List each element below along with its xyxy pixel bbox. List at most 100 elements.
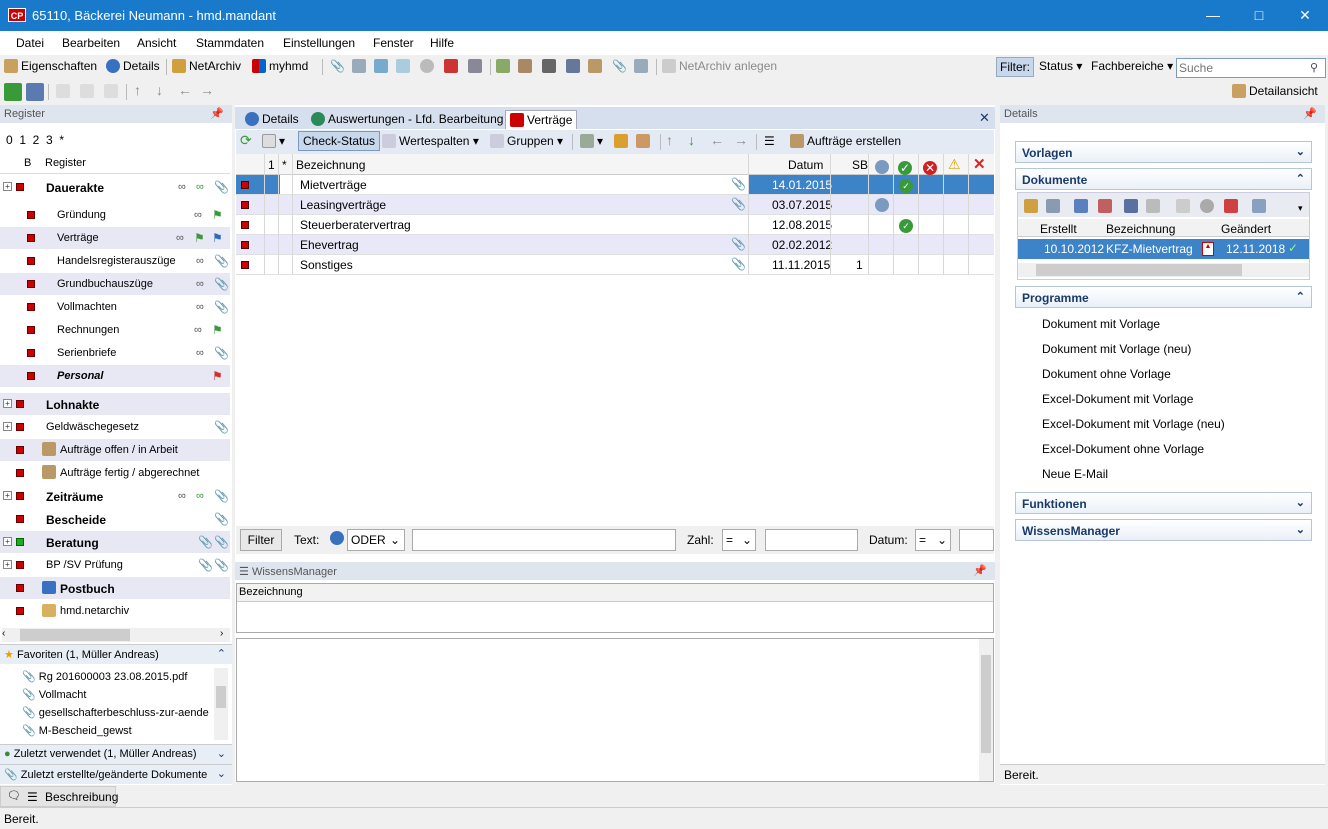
col-created[interactable]: Erstellt [1040, 222, 1077, 236]
arrow-up-icon[interactable]: ↑ [666, 132, 673, 148]
tool-button[interactable] [566, 59, 583, 73]
filter-button[interactable]: Filter [240, 529, 282, 551]
scroll-thumb[interactable] [216, 686, 226, 708]
document-row[interactable]: 10.10.2012 KFZ-Mietvertrag ▲ 12.11.2018 … [1018, 239, 1309, 259]
datum-filter-input[interactable] [959, 529, 994, 551]
tool-button[interactable] [518, 59, 535, 73]
expand-icon[interactable]: + [3, 422, 12, 431]
scroll-right-icon[interactable]: › [220, 628, 223, 639]
minimize-button[interactable]: — [1190, 0, 1236, 31]
menu-datei[interactable]: Datei [16, 36, 44, 50]
arrow-right-icon[interactable]: → [200, 82, 214, 98]
details-button[interactable]: Details [106, 59, 160, 73]
paperclip-icon[interactable]: 📎 [731, 257, 746, 271]
register-item[interactable]: Gründung ∞ ⚑ [0, 204, 230, 226]
warning-icon[interactable]: ⚠ [948, 156, 961, 173]
delete-status-icon[interactable]: ✕ [973, 155, 986, 173]
recent-docs-header[interactable]: 📎 Zuletzt erstellte/geänderte Dokumente … [0, 764, 232, 784]
checklist-icon[interactable] [1252, 199, 1266, 213]
description-scrollbar[interactable] [979, 639, 993, 781]
contract-row[interactable]: Mietverträge 📎 14.01.2015 ✓ [236, 175, 994, 195]
pdf-icon[interactable] [1224, 199, 1238, 213]
register-item[interactable]: + Zeiträume ∞ ∞ 📎 [0, 485, 230, 507]
favorite-item[interactable]: 📎 Rg 201600003 23.08.2015.pdf [22, 670, 187, 683]
documents-scrollbar[interactable] [1018, 263, 1309, 277]
register-item[interactable]: hmd.netarchiv [0, 600, 230, 622]
close-button[interactable]: ✕ [1282, 0, 1328, 31]
program-item[interactable]: Dokument mit Vorlage [1042, 317, 1160, 331]
screen-icon[interactable] [1074, 199, 1088, 213]
scroll-left-icon[interactable]: ‹ [2, 628, 5, 639]
wissensmanager-section[interactable]: WissensManager ⌄ [1015, 519, 1312, 541]
program-item[interactable]: Neue E-Mail [1042, 467, 1108, 481]
tool-button[interactable] [444, 59, 461, 73]
register-item[interactable]: Handelsregisterauszüge ∞ 📎 [0, 250, 230, 272]
register-item[interactable]: Grundbuchauszüge ∞ 📎 [0, 273, 230, 295]
menu-bearbeiten[interactable]: Bearbeiten [62, 36, 120, 50]
expand-icon[interactable]: ⌄ [217, 767, 226, 780]
tool-button[interactable] [496, 59, 513, 73]
edit-button[interactable] [614, 134, 631, 148]
contract-row[interactable]: Steuerberatervertrag 12.08.2015 ✓ [236, 215, 994, 235]
search-icon[interactable]: ⚲ [1310, 61, 1318, 74]
remove-icon[interactable] [1098, 199, 1112, 213]
col-num[interactable]: 1 [268, 158, 275, 172]
export-icon[interactable] [1176, 199, 1190, 213]
add-doc-icon[interactable] [1024, 199, 1038, 213]
col-star[interactable]: * [282, 158, 287, 172]
col-name[interactable]: Bezeichnung [1106, 222, 1175, 236]
register-item[interactable]: + Dauerakte ∞ ∞ 📎 [0, 176, 230, 198]
expand-icon[interactable]: + [3, 537, 12, 546]
add-button[interactable]: ▾ [580, 134, 603, 148]
col-sb[interactable]: SB [852, 158, 868, 172]
search-input[interactable] [1176, 58, 1326, 78]
favorite-item[interactable]: 📎 Vollmacht [22, 688, 86, 701]
register-item[interactable]: + BP /SV Prüfung 📎 📎 [0, 554, 230, 576]
favorite-item[interactable]: 📎 M-Bescheid_gewst [22, 724, 132, 737]
scroll-thumb[interactable] [20, 629, 130, 641]
maximize-button[interactable]: □ [1236, 0, 1282, 31]
new-doc-dropdown[interactable]: ▾ [262, 134, 285, 148]
pin-icon[interactable]: 📌 [973, 564, 987, 577]
netarchiv-create-button[interactable]: NetArchiv anlegen [662, 59, 777, 73]
zahl-operator-select[interactable]: = ⌄ [722, 529, 756, 551]
refresh-icon[interactable]: ⟳ [240, 132, 252, 149]
register-item[interactable]: Postbuch [0, 577, 230, 599]
arrow-right-icon[interactable]: → [734, 132, 748, 148]
register-scrollbar[interactable]: ‹ › [2, 628, 230, 642]
chevron-down-icon[interactable]: ▾ [1298, 203, 1303, 214]
expand-icon[interactable]: + [3, 182, 12, 191]
settings-icon[interactable] [1200, 199, 1214, 213]
expand-icon[interactable]: + [3, 399, 12, 408]
wertespalten-dropdown[interactable]: Wertespalten ▾ [382, 134, 479, 148]
col-name[interactable]: Bezeichnung [296, 158, 365, 172]
register-item[interactable]: + Lohnakte [0, 393, 230, 415]
register-item[interactable]: Aufträge fertig / abgerechnet [0, 462, 230, 484]
arrow-left-icon[interactable]: ← [178, 82, 192, 98]
check-status-button[interactable]: Check-Status [298, 131, 381, 151]
dokumente-section[interactable]: Dokumente ⌃ [1015, 168, 1312, 190]
pin-icon[interactable]: 📌 [1303, 107, 1317, 120]
gruppen-dropdown[interactable]: Gruppen ▾ [490, 134, 563, 148]
scan-icon[interactable] [1046, 199, 1060, 213]
program-item[interactable]: Dokument mit Vorlage (neu) [1042, 342, 1191, 356]
register-item[interactable]: Verträge ∞ ⚑ ⚑ [0, 227, 230, 249]
text-filter-input[interactable] [412, 529, 676, 551]
list-icon[interactable]: ☰ [764, 134, 775, 148]
search-doc-button[interactable] [468, 59, 485, 73]
tool-button[interactable] [588, 59, 605, 73]
detail-view-button[interactable]: Detailansicht [1232, 84, 1318, 98]
register-item[interactable]: Aufträge offen / in Arbeit [0, 439, 230, 461]
recent-used-header[interactable]: ● Zuletzt verwendet (1, Müller Andreas) … [0, 744, 232, 764]
col-changed[interactable]: Geändert [1221, 222, 1271, 236]
tool-button[interactable] [104, 84, 121, 98]
tool-button[interactable] [56, 84, 73, 98]
fachbereiche-dropdown[interactable]: Fachbereiche ▾ [1091, 59, 1173, 73]
menu-stammdaten[interactable]: Stammdaten [196, 36, 264, 50]
scroll-thumb[interactable] [981, 655, 991, 753]
create-orders-button[interactable]: Aufträge erstellen [790, 134, 901, 148]
paperclip-icon[interactable]: 📎 [731, 237, 746, 251]
register-item[interactable]: Personal ⚑ [0, 365, 230, 387]
vorlagen-section[interactable]: Vorlagen ⌄ [1015, 141, 1312, 163]
status-dropdown[interactable]: Status ▾ [1039, 59, 1082, 73]
